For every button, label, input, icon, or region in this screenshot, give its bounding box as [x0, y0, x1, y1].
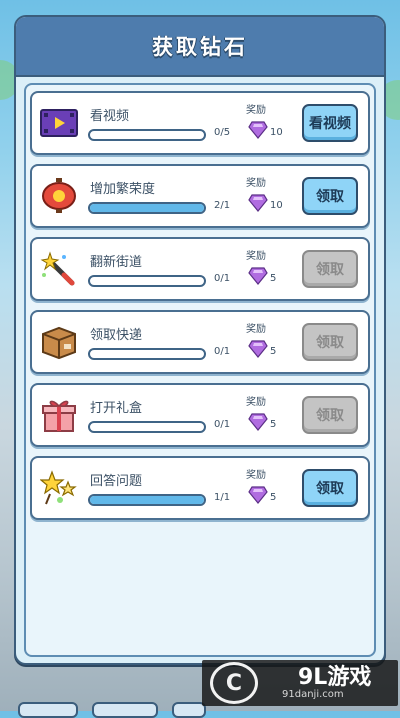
- reward-label: 奖励: [246, 397, 266, 408]
- gift-box-icon: [42, 400, 76, 432]
- progress-fill: [90, 204, 204, 212]
- progress-bar: [88, 348, 206, 360]
- lantern-icon: [42, 178, 76, 213]
- video-icon: [40, 109, 78, 137]
- reward-label: 奖励: [246, 470, 266, 481]
- progress-text: 0/1: [214, 419, 231, 430]
- dialog-header: 获取钻石: [16, 17, 384, 77]
- diamond-icon: [248, 121, 268, 139]
- progress-bar: [88, 202, 206, 214]
- bottom-nav-button[interactable]: [18, 702, 78, 718]
- task-row-watch-video: 看视频 0/5 奖励 10 看视频: [30, 91, 370, 155]
- task-label: 回答问题: [90, 474, 143, 489]
- reward-label: 奖励: [246, 251, 266, 262]
- magic-wand-icon: [40, 251, 75, 286]
- claim-button[interactable]: 领取: [302, 250, 358, 288]
- dialog-title: 获取钻石: [152, 35, 248, 59]
- watermark-logo: C: [210, 662, 258, 704]
- reward-amount: 5: [270, 273, 277, 284]
- task-label: 打开礼盒: [90, 401, 143, 416]
- reward-amount: 10: [270, 127, 283, 138]
- task-label: 增加繁荣度: [90, 182, 156, 197]
- diamond-icon: [248, 340, 268, 358]
- diamond-icon: [248, 486, 268, 504]
- task-row-answer-questions: 回答问题 1/1 奖励 5 领取: [30, 456, 370, 520]
- reward-amount: 5: [270, 492, 277, 503]
- package-icon: [42, 326, 76, 360]
- watermark: C 9L游戏 91danji.com: [202, 660, 398, 706]
- reward-amount: 5: [270, 419, 277, 430]
- progress-fill: [90, 496, 204, 504]
- stars-icon: [40, 470, 77, 505]
- progress-text: 0/5: [214, 127, 231, 138]
- diamond-icon: [248, 413, 268, 431]
- progress-text: 0/1: [214, 346, 231, 357]
- bottom-nav-button[interactable]: [92, 702, 158, 718]
- progress-text: 0/1: [214, 273, 231, 284]
- task-row-collect-package: 领取快递 0/1 奖励 5 领取: [30, 310, 370, 374]
- task-row-open-gift-box: 打开礼盒 0/1 奖励 5 领取: [30, 383, 370, 447]
- task-row-renovate-street: 翻新街道 0/1 奖励 5 领取: [30, 237, 370, 301]
- watch-video-button[interactable]: 看视频: [302, 104, 358, 142]
- claim-button[interactable]: 领取: [302, 323, 358, 361]
- watermark-text: 9L游戏 91danji.com: [258, 664, 372, 700]
- progress-bar: [88, 129, 206, 141]
- task-row-increase-prosperity: 增加繁荣度 2/1 奖励 10 领取: [30, 164, 370, 228]
- task-list: 看视频 0/5 奖励 10 看视频 增加繁荣度 2/1 奖励 10 领取 翻新街…: [24, 83, 376, 657]
- claim-button[interactable]: 领取: [302, 396, 358, 434]
- task-label: 翻新街道: [90, 255, 143, 270]
- watermark-brand: 9L游戏: [298, 664, 372, 690]
- progress-bar: [88, 421, 206, 433]
- claim-button[interactable]: 领取: [302, 177, 358, 215]
- task-label: 领取快递: [90, 328, 143, 343]
- reward-label: 奖励: [246, 324, 266, 335]
- progress-text: 2/1: [214, 200, 231, 211]
- get-diamonds-dialog: 获取钻石 看视频 0/5 奖励 10 看视频 增加繁荣度 2/1 奖励 10 领…: [14, 15, 386, 665]
- reward-label: 奖励: [246, 178, 266, 189]
- progress-text: 1/1: [214, 492, 231, 503]
- watermark-url: 91danji.com: [282, 688, 344, 700]
- reward-amount: 10: [270, 200, 283, 211]
- reward-label: 奖励: [246, 105, 266, 116]
- diamond-icon: [248, 267, 268, 285]
- claim-button[interactable]: 领取: [302, 469, 358, 507]
- bottom-nav-button[interactable]: [172, 702, 206, 718]
- progress-bar: [88, 275, 206, 287]
- task-label: 看视频: [90, 109, 130, 124]
- diamond-icon: [248, 194, 268, 212]
- reward-amount: 5: [270, 346, 277, 357]
- progress-bar: [88, 494, 206, 506]
